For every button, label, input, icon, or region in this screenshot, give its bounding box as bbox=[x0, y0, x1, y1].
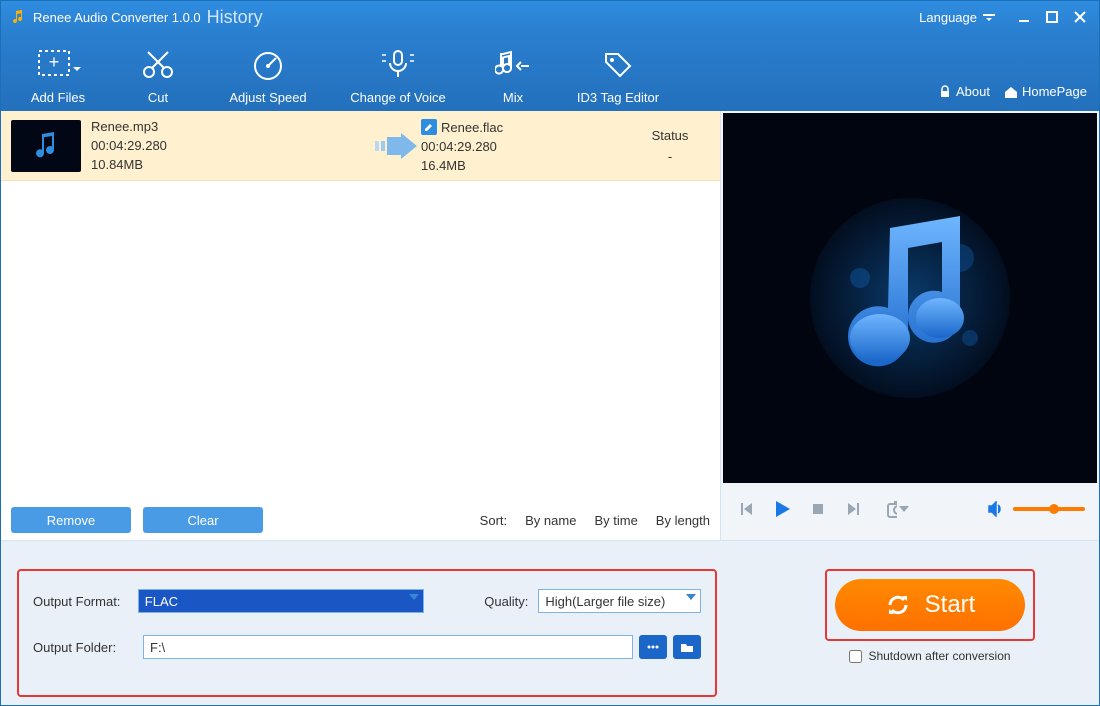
quality-label: Quality: bbox=[484, 594, 528, 609]
title-bar: Renee Audio Converter 1.0.0 History Lang… bbox=[1, 1, 1099, 33]
output-folder-label: Output Folder: bbox=[33, 640, 143, 655]
sort-by-time[interactable]: By time bbox=[594, 513, 637, 528]
adjust-speed-button[interactable]: Adjust Speed bbox=[213, 44, 323, 105]
content-area: Renee.mp3 00:04:29.280 10.84MB Renee.fla… bbox=[1, 111, 1099, 541]
mix-button[interactable]: Mix bbox=[473, 44, 553, 105]
volume-control[interactable] bbox=[987, 501, 1085, 517]
output-format-label: Output Format: bbox=[33, 594, 138, 609]
status-column: Status - bbox=[630, 128, 710, 164]
sort-by-name[interactable]: By name bbox=[525, 513, 576, 528]
convert-arrow-icon bbox=[371, 121, 421, 171]
sort-by-length[interactable]: By length bbox=[656, 513, 710, 528]
app-title: Renee Audio Converter 1.0.0 bbox=[33, 10, 201, 25]
status-header: Status bbox=[630, 128, 710, 143]
svg-text:+: + bbox=[49, 52, 60, 72]
edit-icon[interactable] bbox=[421, 119, 437, 135]
status-value: - bbox=[630, 149, 710, 164]
shutdown-checkbox[interactable]: Shutdown after conversion bbox=[849, 649, 1010, 663]
dropdown-icon bbox=[983, 12, 995, 22]
start-area: Start Shutdown after conversion bbox=[717, 569, 1083, 697]
chevron-down-icon bbox=[899, 506, 909, 512]
speedometer-icon bbox=[245, 44, 291, 84]
destination-info: Renee.flac 00:04:29.280 16.4MB bbox=[421, 119, 581, 173]
mix-icon bbox=[490, 44, 536, 84]
scissors-icon bbox=[135, 44, 181, 84]
source-filename: Renee.mp3 bbox=[91, 119, 371, 134]
speaker-icon bbox=[987, 501, 1005, 517]
change-voice-button[interactable]: Change of Voice bbox=[333, 44, 463, 105]
prev-track-button[interactable] bbox=[735, 498, 757, 520]
remove-button[interactable]: Remove bbox=[11, 507, 131, 533]
destination-duration: 00:04:29.280 bbox=[421, 139, 581, 154]
destination-filename: Renee.flac bbox=[421, 119, 581, 135]
more-folder-button[interactable] bbox=[639, 635, 667, 659]
minimize-button[interactable] bbox=[1011, 6, 1037, 28]
language-label: Language bbox=[919, 10, 977, 25]
preview-panel bbox=[721, 111, 1099, 540]
home-icon bbox=[1004, 85, 1018, 99]
next-track-button[interactable] bbox=[843, 498, 865, 520]
player-controls bbox=[721, 485, 1099, 533]
open-folder-button[interactable] bbox=[673, 635, 701, 659]
preview-canvas bbox=[723, 113, 1097, 483]
stop-button[interactable] bbox=[807, 498, 829, 520]
destination-size: 16.4MB bbox=[421, 158, 581, 173]
app-logo-icon bbox=[9, 8, 27, 26]
start-button[interactable]: Start bbox=[835, 579, 1025, 631]
volume-slider[interactable] bbox=[1013, 507, 1085, 511]
about-link[interactable]: About bbox=[938, 84, 990, 99]
file-list-panel: Renee.mp3 00:04:29.280 10.84MB Renee.fla… bbox=[1, 111, 721, 540]
output-format-select[interactable]: FLAC bbox=[138, 589, 424, 613]
quality-select[interactable]: High(Larger file size) bbox=[538, 589, 701, 613]
music-note-art-icon bbox=[800, 188, 1020, 408]
close-button[interactable] bbox=[1067, 6, 1093, 28]
shutdown-checkbox-input[interactable] bbox=[849, 650, 862, 663]
output-settings-panel: Output Format: FLAC Quality: High(Larger… bbox=[17, 569, 717, 697]
chevron-down-icon bbox=[409, 594, 419, 600]
play-button[interactable] bbox=[771, 498, 793, 520]
history-link[interactable]: History bbox=[207, 7, 263, 28]
file-thumbnail bbox=[11, 120, 81, 172]
clear-button[interactable]: Clear bbox=[143, 507, 263, 533]
source-info: Renee.mp3 00:04:29.280 10.84MB bbox=[91, 119, 371, 172]
id3-tag-editor-button[interactable]: ID3 Tag Editor bbox=[563, 44, 673, 105]
cut-button[interactable]: Cut bbox=[113, 44, 203, 105]
main-toolbar: + Add Files Cut Adjust Speed Change of V… bbox=[1, 33, 1099, 111]
microphone-icon bbox=[375, 44, 421, 84]
sort-label: Sort: bbox=[480, 513, 507, 528]
refresh-icon bbox=[885, 592, 911, 618]
source-duration: 00:04:29.280 bbox=[91, 138, 371, 153]
list-footer: Remove Clear Sort: By name By time By le… bbox=[1, 500, 720, 540]
homepage-link[interactable]: HomePage bbox=[1004, 84, 1087, 99]
snapshot-button[interactable] bbox=[887, 498, 909, 520]
tag-icon bbox=[595, 44, 641, 84]
add-files-icon: + bbox=[35, 44, 81, 84]
source-size: 10.84MB bbox=[91, 157, 371, 172]
add-files-button[interactable]: + Add Files bbox=[13, 44, 103, 105]
lock-icon bbox=[938, 85, 952, 99]
app-window: Renee Audio Converter 1.0.0 History Lang… bbox=[0, 0, 1100, 706]
chevron-down-icon bbox=[686, 594, 696, 600]
maximize-button[interactable] bbox=[1039, 6, 1065, 28]
sort-bar: Sort: By name By time By length bbox=[480, 513, 710, 528]
file-list: Renee.mp3 00:04:29.280 10.84MB Renee.fla… bbox=[1, 111, 720, 500]
output-folder-input[interactable]: F:\ bbox=[143, 635, 633, 659]
file-row[interactable]: Renee.mp3 00:04:29.280 10.84MB Renee.fla… bbox=[1, 111, 720, 181]
language-selector[interactable]: Language bbox=[919, 10, 995, 25]
bottom-panel: Output Format: FLAC Quality: High(Larger… bbox=[1, 541, 1099, 705]
